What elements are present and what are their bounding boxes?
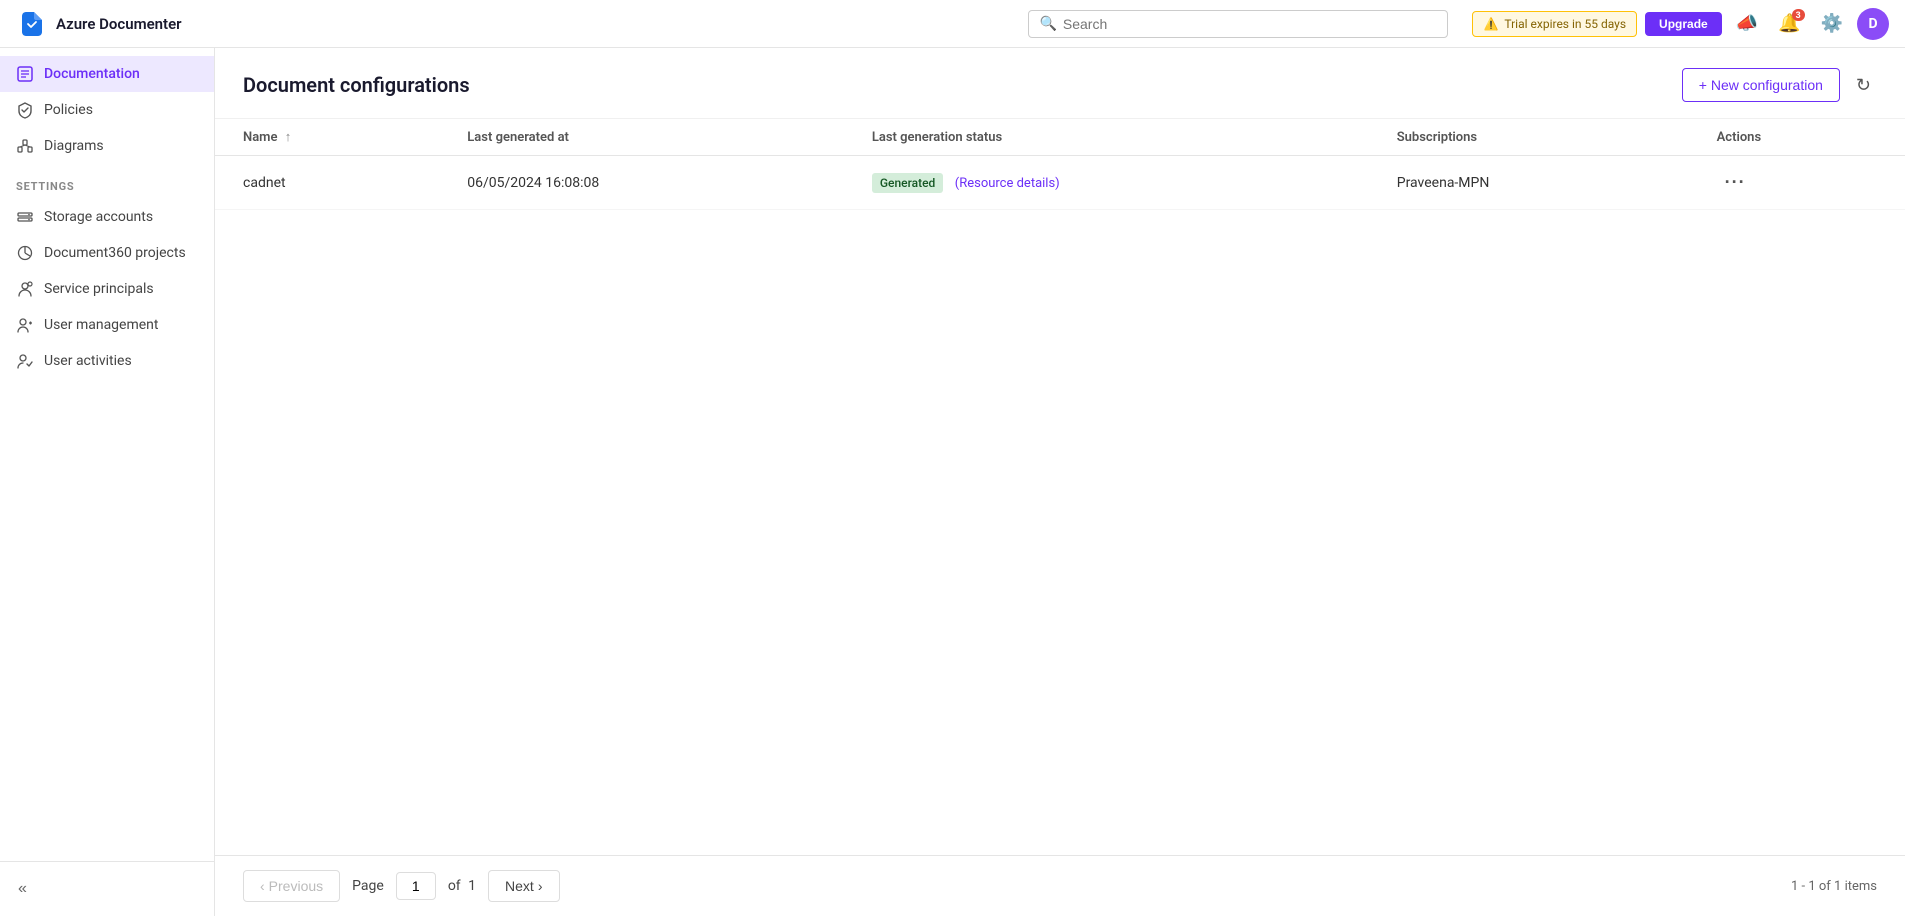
chevron-left-icon: ‹ [260,878,265,894]
new-config-label: + New configuration [1699,77,1823,93]
sidebar-item-label-documentation: Documentation [44,66,140,82]
next-button[interactable]: Next › [488,870,559,902]
sidebar-item-label-user-activities: User activities [44,353,132,369]
refresh-icon: ↻ [1856,75,1871,96]
sidebar-item-label-diagrams: Diagrams [44,138,104,154]
app-body: Documentation Policies Diagrams SETTINGS [0,48,1905,916]
table-container: Name ↑ Last generated at Last generation… [215,119,1905,855]
col-name: Name ↑ [215,119,439,156]
page-input[interactable] [396,872,436,900]
col-actions: Actions [1689,119,1905,156]
previous-button[interactable]: ‹ Previous [243,870,340,902]
row-actions-button[interactable]: ··· [1717,170,1754,195]
pagination-bar: ‹ Previous Page of 1 Next › 1 - 1 of 1 i… [215,855,1905,916]
page-title: Document configurations [243,73,470,97]
user-management-icon [16,316,34,334]
collapse-sidebar-button[interactable]: « [8,874,37,904]
sidebar-item-label-storage: Storage accounts [44,209,153,225]
documentation-icon [16,65,34,83]
page-of-label: of 1 [448,878,476,894]
policies-icon [16,101,34,119]
sidebar-item-service-principals[interactable]: Service principals [0,271,214,307]
sidebar-item-document360[interactable]: Document360 projects [0,235,214,271]
nav-actions: ⚠️ Trial expires in 55 days Upgrade 📣 🔔 … [1472,7,1889,40]
settings-section-label: SETTINGS [0,164,214,199]
sidebar-item-user-management[interactable]: User management [0,307,214,343]
table-body: cadnet 06/05/2024 16:08:08 Generated (Re… [215,156,1905,210]
sidebar-item-user-activities[interactable]: User activities [0,343,214,379]
content-header: Document configurations + New configurat… [215,48,1905,119]
sidebar-item-policies[interactable]: Policies [0,92,214,128]
col-subscriptions: Subscriptions [1369,119,1689,156]
diagrams-icon [16,137,34,155]
status-badge: Generated [872,173,943,193]
brand-name: Azure Documenter [56,15,182,33]
settings-button[interactable]: ⚙️ [1815,7,1849,40]
sidebar-item-documentation[interactable]: Documentation [0,56,214,92]
warning-icon: ⚠️ [1483,17,1498,31]
resource-details-link[interactable]: (Resource details) [955,176,1060,191]
table-header-row: Name ↑ Last generated at Last generation… [215,119,1905,156]
search-input[interactable] [1063,16,1438,32]
chevron-right-icon: › [538,878,543,894]
refresh-button[interactable]: ↻ [1850,69,1877,102]
main-content: Document configurations + New configurat… [215,48,1905,916]
sort-arrow-name: ↑ [285,130,292,145]
search-icon: 🔍 [1039,16,1056,32]
row-status: Generated (Resource details) [844,156,1369,210]
notifications-button[interactable]: 🔔 3 [1772,7,1806,40]
collapse-icon: « [18,880,27,898]
configurations-table: Name ↑ Last generated at Last generation… [215,119,1905,210]
sidebar-item-label-user-management: User management [44,317,158,333]
row-name: cadnet [215,156,439,210]
col-last-generated: Last generated at [439,119,844,156]
sidebar-footer: « [0,861,214,916]
sidebar-item-label-policies: Policies [44,102,93,118]
gear-icon: ⚙️ [1821,13,1843,34]
header-actions: + New configuration ↻ [1682,68,1877,102]
megaphone-icon: 📣 [1736,13,1758,34]
storage-icon [16,208,34,226]
pagination-summary: 1 - 1 of 1 items [1791,879,1877,894]
row-actions: ··· [1689,156,1905,210]
upgrade-button[interactable]: Upgrade [1645,12,1722,36]
user-activities-icon [16,352,34,370]
row-subscription: Praveena-MPN [1369,156,1689,210]
service-principals-icon [16,280,34,298]
table-row: cadnet 06/05/2024 16:08:08 Generated (Re… [215,156,1905,210]
page-label: Page [352,878,384,894]
search-box[interactable]: 🔍 [1028,10,1448,38]
sidebar: Documentation Policies Diagrams SETTINGS [0,48,215,916]
avatar[interactable]: D [1857,8,1889,40]
sidebar-item-storage-accounts[interactable]: Storage accounts [0,199,214,235]
announcements-button[interactable]: 📣 [1730,7,1764,40]
sidebar-item-label-service-principals: Service principals [44,281,154,297]
document360-icon [16,244,34,262]
brand-logo[interactable]: Azure Documenter [16,8,216,40]
sidebar-item-diagrams[interactable]: Diagrams [0,128,214,164]
table-header: Name ↑ Last generated at Last generation… [215,119,1905,156]
sidebar-item-label-doc360: Document360 projects [44,245,186,261]
col-status: Last generation status [844,119,1369,156]
sidebar-nav: Documentation Policies Diagrams SETTINGS [0,48,214,861]
trial-banner: ⚠️ Trial expires in 55 days [1472,11,1637,37]
top-nav: Azure Documenter 🔍 ⚠️ Trial expires in 5… [0,0,1905,48]
pagination-left: ‹ Previous Page of 1 Next › [243,870,560,902]
trial-text: Trial expires in 55 days [1504,17,1626,31]
row-generated-at: 06/05/2024 16:08:08 [439,156,844,210]
notification-badge: 3 [1792,9,1805,21]
brand-icon [16,8,48,40]
new-configuration-button[interactable]: + New configuration [1682,68,1840,102]
